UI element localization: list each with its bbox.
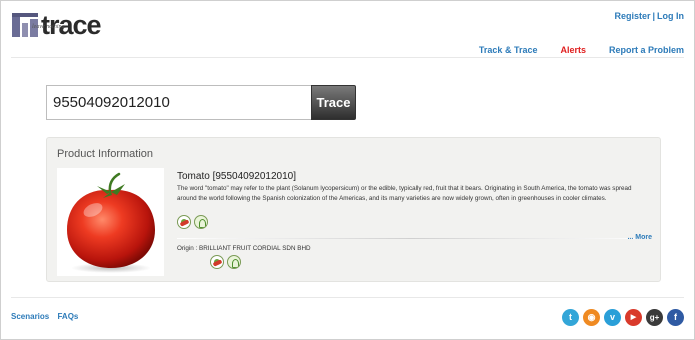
trace-button[interactable]: Trace: [311, 85, 356, 120]
login-link[interactable]: Log In: [657, 11, 684, 21]
more-link[interactable]: ... More: [627, 234, 652, 241]
nav-track-trace[interactable]: Track & Trace: [479, 45, 538, 55]
social-icons: t ◉ v ▶ g+ f: [562, 309, 684, 326]
footer-links: Scenarios FAQs: [11, 312, 84, 321]
main-nav: Track & Trace Alerts Report a Problem: [456, 45, 684, 55]
faqs-link[interactable]: FAQs: [57, 312, 78, 321]
trace-code-input[interactable]: 95504092012010: [46, 85, 312, 120]
header-divider: [11, 57, 684, 58]
origin-certifications: [210, 255, 241, 269]
organic-cert-icon: [194, 215, 208, 229]
page-frame: trace leave nothing Register | Log In Trac…: [0, 0, 695, 340]
nav-alerts[interactable]: Alerts: [560, 45, 586, 55]
section-title: Product Information: [57, 148, 153, 160]
vimeo-icon[interactable]: v: [604, 309, 621, 326]
scenarios-link[interactable]: Scenarios: [11, 312, 49, 321]
product-certifications: [177, 215, 208, 229]
link-separator: |: [652, 11, 655, 21]
content-divider: [177, 238, 647, 239]
footer-divider: [11, 297, 684, 298]
product-name: Tomato [95504092012010]: [177, 171, 296, 182]
fresh-produce-cert-icon: [210, 255, 224, 269]
rss-icon[interactable]: ◉: [583, 309, 600, 326]
nav-report-problem[interactable]: Report a Problem: [609, 45, 684, 55]
google-plus-icon[interactable]: g+: [646, 309, 663, 326]
product-image: [57, 168, 164, 276]
twitter-icon[interactable]: t: [562, 309, 579, 326]
logo-tagline: leave nothing: [32, 24, 65, 30]
account-links: Register | Log In: [614, 11, 684, 21]
product-info-panel: Product Information Tomato [955040920120…: [46, 137, 661, 282]
facebook-icon[interactable]: f: [667, 309, 684, 326]
organic-cert-icon: [227, 255, 241, 269]
fresh-produce-cert-icon: [177, 215, 191, 229]
youtube-icon[interactable]: ▶: [625, 309, 642, 326]
origin-label: Origin : BRILLIANT FRUIT CORDIAL SDN BHD: [177, 245, 311, 252]
register-link[interactable]: Register: [614, 11, 650, 21]
product-description: The word "tomato" may refer to the plant…: [177, 185, 632, 202]
